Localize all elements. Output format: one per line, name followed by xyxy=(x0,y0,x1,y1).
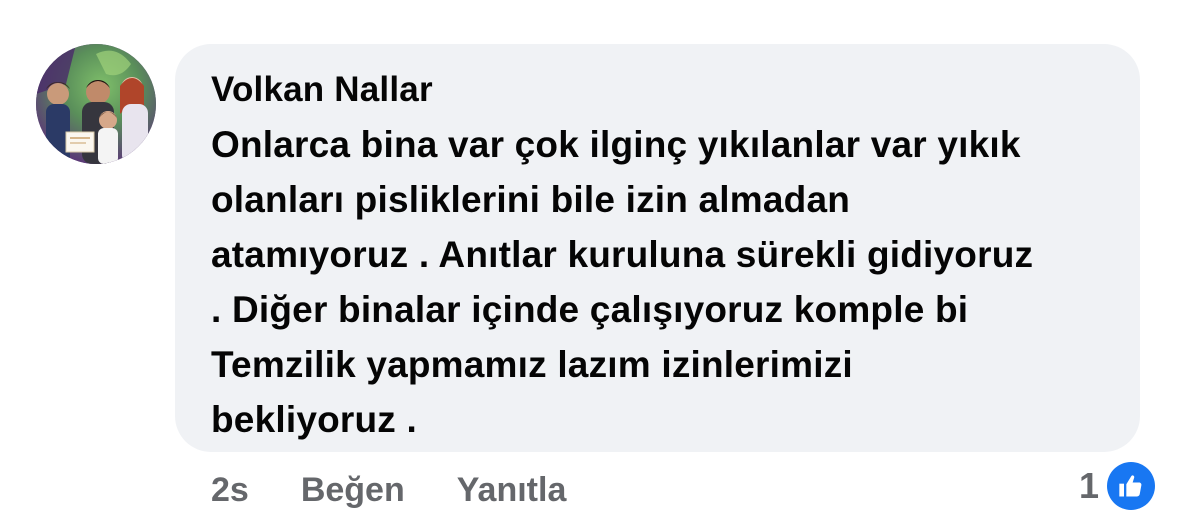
reply-button[interactable]: Yanıtla xyxy=(457,471,567,510)
avatar-photo xyxy=(36,44,156,164)
comment-timestamp[interactable]: 2s xyxy=(211,471,249,510)
avatar[interactable] xyxy=(36,44,156,164)
comment-author[interactable]: Volkan Nallar xyxy=(211,68,1110,112)
thumbs-up-icon xyxy=(1107,462,1155,510)
comment-actions: 2s Beğen Yanıtla xyxy=(211,468,566,512)
like-button[interactable]: Beğen xyxy=(301,471,405,510)
comment-text: Onlarca bina var çok ilginç yıkılanlar v… xyxy=(211,124,1034,440)
reaction-summary[interactable]: 1 xyxy=(1079,460,1155,512)
reaction-count: 1 xyxy=(1078,465,1099,506)
comment-bubble: Volkan Nallar Onlarca bina var çok ilgin… xyxy=(175,44,1140,452)
